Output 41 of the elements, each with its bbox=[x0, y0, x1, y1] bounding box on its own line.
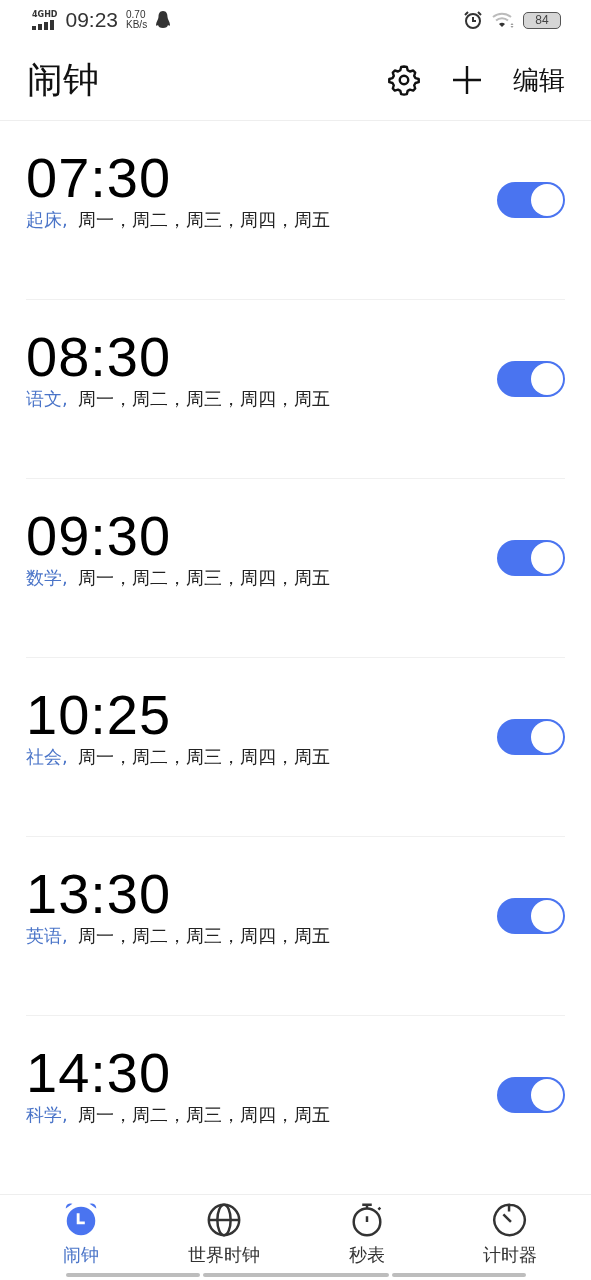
alarm-label: 科学, bbox=[26, 1103, 68, 1128]
nav-tab[interactable]: 秒表 bbox=[306, 1195, 427, 1273]
nav-tab[interactable]: 世界时钟 bbox=[164, 1195, 285, 1273]
alarm-time: 09:30 bbox=[26, 506, 173, 567]
alarm-label: 社会, bbox=[26, 745, 68, 770]
repeat-days: 周一，周二，周三，周四，周五 bbox=[77, 745, 330, 770]
settings-icon[interactable] bbox=[387, 63, 421, 98]
wifi-icon bbox=[491, 11, 515, 30]
alarm-label: 英语, bbox=[26, 924, 68, 949]
status-time: 09:23 bbox=[65, 8, 119, 33]
repeat-days: 周一，周二，周三，周四，周五 bbox=[77, 208, 330, 233]
repeat-days: 周一，周二，周三，周四，周五 bbox=[77, 387, 330, 412]
signal-icon bbox=[32, 20, 56, 31]
alarm-toggle[interactable] bbox=[497, 361, 565, 398]
alarm-time: 07:30 bbox=[26, 148, 173, 209]
alarm-time: 13:30 bbox=[26, 864, 173, 925]
alarm-time: 08:30 bbox=[26, 327, 173, 388]
alarm-label: 起床, bbox=[26, 208, 68, 233]
nav-tab[interactable]: 闹钟 bbox=[21, 1195, 142, 1273]
alarm-toggle[interactable] bbox=[497, 540, 565, 577]
network-type: 4GHD bbox=[32, 10, 58, 20]
repeat-days: 周一，周二，周三，周四，周五 bbox=[77, 924, 330, 949]
alarm-toggle[interactable] bbox=[497, 898, 565, 935]
penguin-icon bbox=[155, 10, 172, 31]
add-icon[interactable] bbox=[451, 64, 483, 97]
nav-tab[interactable]: 计时器 bbox=[449, 1195, 570, 1273]
alarm-clock-icon bbox=[463, 10, 483, 31]
battery-level: 84 bbox=[535, 14, 549, 27]
alarm-toggle[interactable] bbox=[497, 719, 565, 756]
alarm-time: 14:30 bbox=[26, 1043, 173, 1104]
alarm-time: 10:25 bbox=[26, 685, 173, 746]
repeat-days: 周一，周二，周三，周四，周五 bbox=[77, 566, 330, 591]
page-title: 闹钟 bbox=[27, 57, 99, 102]
alarm-toggle[interactable] bbox=[497, 1077, 565, 1114]
network-speed: 0.70 bbox=[126, 10, 146, 21]
alarm-label: 语文, bbox=[26, 387, 68, 412]
edit-button[interactable]: 编辑 bbox=[513, 62, 565, 98]
alarm-toggle[interactable] bbox=[497, 182, 565, 219]
speed-unit: KB/s bbox=[126, 20, 148, 31]
alarm-label: 数学, bbox=[26, 566, 68, 591]
repeat-days: 周一，周二，周三，周四，周五 bbox=[77, 1103, 330, 1128]
